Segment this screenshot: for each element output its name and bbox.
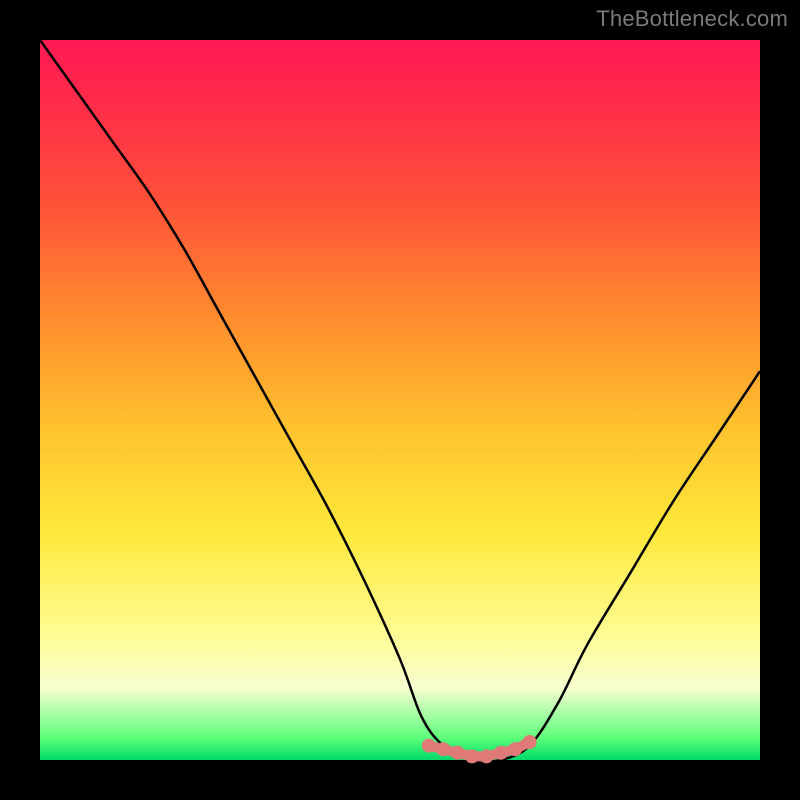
valley-marker-dot — [436, 742, 450, 756]
valley-marker-dot — [523, 735, 537, 749]
valley-marker-dot — [422, 739, 436, 753]
optimal-range-markers — [422, 735, 537, 763]
gradient-plot-area — [40, 40, 760, 760]
valley-marker-dot — [465, 749, 479, 763]
valley-marker-dot — [508, 742, 522, 756]
valley-marker-dot — [451, 746, 465, 760]
watermark-text: TheBottleneck.com — [596, 6, 788, 32]
bottleneck-curve — [40, 40, 760, 762]
curve-svg — [40, 40, 760, 760]
valley-marker-dot — [494, 746, 508, 760]
chart-frame: TheBottleneck.com — [0, 0, 800, 800]
valley-marker-dot — [479, 749, 493, 763]
